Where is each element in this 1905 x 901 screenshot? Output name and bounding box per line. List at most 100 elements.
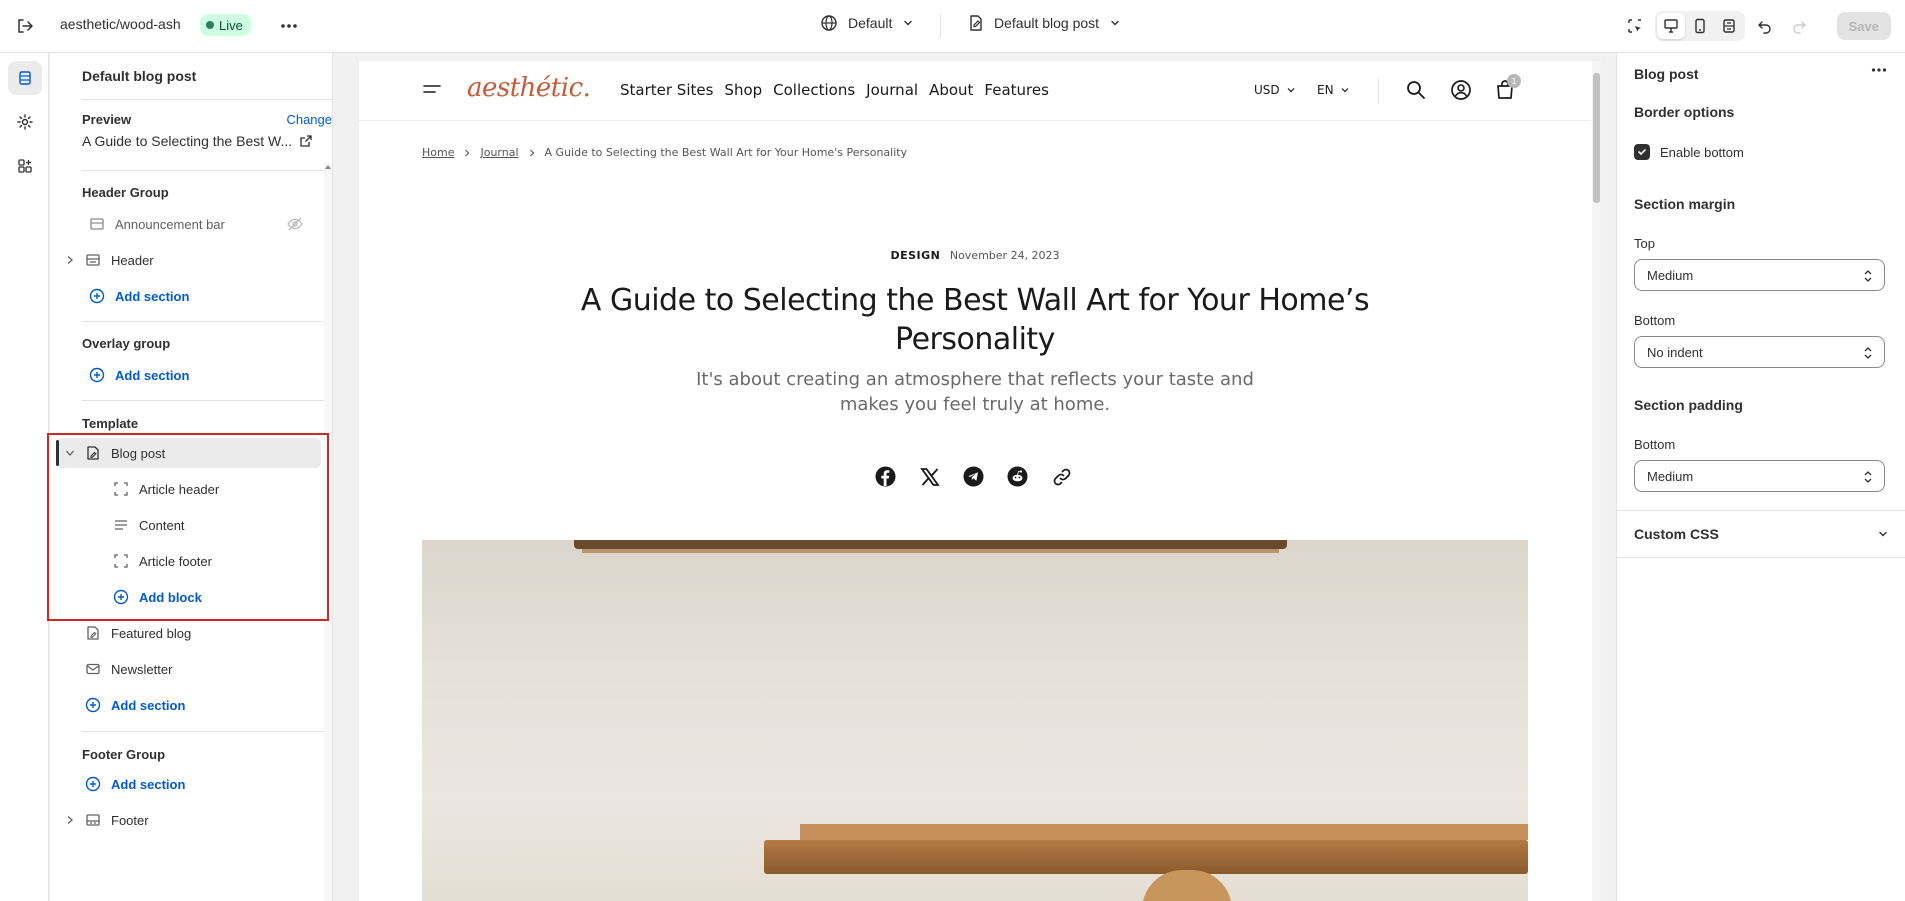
- copy-link-icon[interactable]: [1051, 466, 1072, 487]
- nav-shop[interactable]: Shop: [724, 81, 762, 99]
- chevron-right-icon[interactable]: [62, 252, 78, 268]
- store-header: aesthétic. Starter Sites Shop Collection…: [359, 61, 1591, 121]
- mobile-icon[interactable]: [1686, 13, 1714, 39]
- inspector-icon[interactable]: [1621, 12, 1649, 40]
- currency-selector[interactable]: USD: [1254, 83, 1296, 97]
- add-section-button[interactable]: Add section: [54, 769, 321, 799]
- section-label: Footer: [111, 812, 149, 828]
- language-selector[interactable]: EN: [1317, 83, 1350, 97]
- plus-circle-icon: [84, 775, 102, 793]
- divider: [82, 99, 332, 100]
- preview-value[interactable]: A Guide to Selecting the Best W...: [82, 133, 312, 149]
- redo-icon[interactable]: [1785, 12, 1813, 40]
- share-buttons: [875, 466, 1072, 487]
- breadcrumb-journal[interactable]: Journal: [480, 146, 518, 159]
- telegram-icon[interactable]: [963, 466, 984, 487]
- select-arrows-icon: [1864, 270, 1872, 282]
- add-section-button[interactable]: Add section: [54, 690, 321, 720]
- globe-icon: [821, 15, 837, 31]
- border-options-heading: Border options: [1634, 104, 1735, 120]
- fullscreen-icon[interactable]: [1715, 13, 1743, 39]
- checkmark-icon[interactable]: [1634, 144, 1650, 160]
- theme-selector[interactable]: Default: [820, 14, 914, 32]
- header-divider: [1378, 78, 1379, 104]
- topbar-divider: [940, 14, 941, 38]
- custom-css-label: Custom CSS: [1634, 526, 1719, 542]
- settings-panel: Blog post Border options Enable bottom S…: [1616, 53, 1905, 901]
- preview-scrollbar-thumb[interactable]: [1593, 73, 1600, 203]
- device-switcher: [1654, 11, 1745, 41]
- breadcrumb-home[interactable]: Home: [422, 146, 454, 159]
- top-bar: aesthetic/wood-ash Live Default Default …: [0, 0, 1905, 53]
- chevron-right-icon: [529, 149, 534, 156]
- footer-group-title: Footer Group: [82, 747, 166, 762]
- article-title: A Guide to Selecting the Best Wall Art f…: [580, 283, 1370, 357]
- margin-bottom-select[interactable]: No indent: [1634, 336, 1885, 368]
- enable-bottom-checkbox[interactable]: Enable bottom: [1634, 144, 1744, 160]
- x-twitter-icon[interactable]: [919, 466, 940, 487]
- page-edit-icon: [84, 624, 102, 642]
- live-label: Live: [219, 17, 243, 33]
- article-subtitle: It's about creating an atmosphere that r…: [696, 369, 1254, 415]
- scroll-up-arrow-icon[interactable]: [325, 165, 331, 169]
- currency-label: USD: [1254, 83, 1280, 97]
- section-footer[interactable]: Footer: [54, 805, 321, 835]
- select-arrows-icon: [1864, 347, 1872, 359]
- change-preview-link[interactable]: Change: [286, 112, 332, 127]
- header-group-title: Header Group: [82, 185, 169, 200]
- more-options-icon[interactable]: [1871, 67, 1887, 73]
- eye-off-icon[interactable]: [287, 217, 303, 231]
- nav-starter-sites[interactable]: Starter Sites: [620, 81, 713, 99]
- section-featured-blog[interactable]: Featured blog: [54, 618, 321, 648]
- cart-count-badge: 1: [1507, 74, 1521, 88]
- article-category[interactable]: DESIGN: [890, 249, 940, 262]
- nav-journal[interactable]: Journal: [866, 81, 918, 99]
- facebook-icon[interactable]: [875, 466, 896, 487]
- padding-bottom-select[interactable]: Medium: [1634, 460, 1885, 492]
- live-dot-icon: [206, 21, 214, 29]
- store-logo[interactable]: aesthétic.: [467, 73, 591, 103]
- preview-label: Preview: [82, 112, 132, 127]
- section-label: Newsletter: [111, 661, 173, 677]
- padding-bottom-label: Bottom: [1634, 437, 1676, 452]
- picture-frame-edge: [582, 549, 1279, 553]
- add-section-label: Add section: [115, 288, 190, 304]
- sections-icon[interactable]: [8, 61, 42, 95]
- desktop-icon[interactable]: [1656, 13, 1685, 39]
- footer-section-icon: [84, 811, 102, 829]
- divider: [82, 170, 332, 171]
- more-actions-icon[interactable]: [278, 16, 300, 36]
- section-padding-heading: Section padding: [1634, 397, 1743, 413]
- nav-features[interactable]: Features: [984, 81, 1049, 99]
- chevron-right-icon[interactable]: [62, 812, 78, 828]
- breadcrumb: Home Journal A Guide to Selecting the Be…: [422, 146, 907, 159]
- nav-about[interactable]: About: [929, 81, 973, 99]
- add-section-button[interactable]: Add section: [54, 281, 321, 311]
- undo-icon[interactable]: [1751, 12, 1779, 40]
- preview-scrollbar[interactable]: [1592, 61, 1601, 901]
- save-button[interactable]: Save: [1836, 12, 1891, 40]
- external-link-icon[interactable]: [300, 135, 312, 147]
- section-label: Header: [111, 252, 154, 268]
- apps-icon[interactable]: [8, 149, 42, 183]
- add-section-button[interactable]: Add section: [54, 360, 321, 390]
- search-icon[interactable]: [1404, 78, 1428, 102]
- section-announcement-bar[interactable]: Announcement bar: [54, 209, 321, 239]
- add-section-label: Add section: [111, 697, 186, 713]
- section-icon: [88, 215, 106, 233]
- add-section-label: Add section: [115, 367, 190, 383]
- envelope-icon: [84, 660, 102, 678]
- selection-highlight: [47, 433, 329, 621]
- chevron-down-icon: [1111, 20, 1119, 26]
- hamburger-menu-icon[interactable]: [423, 84, 441, 96]
- margin-top-select[interactable]: Medium: [1634, 259, 1885, 291]
- exit-icon[interactable]: [14, 15, 36, 37]
- section-header[interactable]: Header: [54, 245, 321, 275]
- reddit-icon[interactable]: [1007, 466, 1028, 487]
- section-newsletter[interactable]: Newsletter: [54, 654, 321, 684]
- template-selector[interactable]: Default blog post: [968, 14, 1121, 32]
- gear-icon[interactable]: [8, 105, 42, 139]
- nav-collections[interactable]: Collections: [773, 81, 855, 99]
- custom-css-toggle[interactable]: Custom CSS: [1634, 526, 1889, 542]
- account-icon[interactable]: [1449, 78, 1473, 102]
